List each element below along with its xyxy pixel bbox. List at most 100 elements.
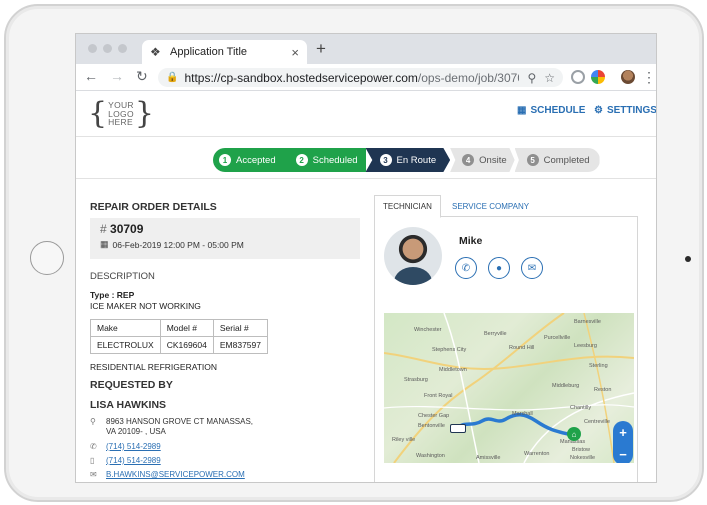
order-number: 30709 (110, 222, 144, 236)
location-pin-icon: ⚲ (90, 417, 96, 426)
tab-bar: ❖ Application Title × + (76, 34, 656, 64)
map-label: Centreville (584, 419, 610, 425)
step-label: En Route (396, 154, 437, 166)
map-label: Middletown (439, 367, 467, 373)
menu-kebab-icon[interactable]: ⋮ (642, 69, 656, 86)
map-label: Stephens City (432, 347, 467, 353)
map-label: Nokesville (570, 455, 596, 461)
url-text[interactable]: https://cp-sandbox.hostedservicepower.co… (184, 71, 519, 85)
maximize-window-dot[interactable] (118, 44, 127, 53)
tab-close-icon[interactable]: × (291, 45, 299, 60)
column-serial: Serial # (212, 319, 268, 337)
phone-icon: ✆ (461, 262, 471, 274)
browser-tab[interactable]: ❖ Application Title × (142, 40, 307, 64)
tablet-frame: ❖ Application Title × + ← → ↻ 🔒 https://… (4, 4, 704, 502)
close-window-dot[interactable] (88, 44, 97, 53)
calendar-icon: ▦ (517, 105, 527, 116)
chat-bubble-icon: ● (495, 262, 503, 274)
camera-icon (685, 256, 691, 262)
email-link[interactable]: B.HAWKINS@SERVICEPOWER.COM (106, 470, 245, 479)
step-completed: 5 Completed (514, 148, 600, 172)
minimize-window-dot[interactable] (103, 44, 112, 53)
technician-column: TECHNICIAN SERVICE COMPANY Mike ✆ ● ✉ Wi… (374, 195, 638, 482)
table-header-row: Make Model # Serial # (90, 319, 268, 337)
extension-color-icon[interactable] (591, 70, 605, 84)
appliance-table: Make Model # Serial # ELECTROLUX CK16960… (90, 319, 268, 354)
step-label: Onsite (479, 154, 507, 166)
zoom-out-button[interactable]: − (619, 447, 627, 462)
map-label: Berryville (484, 331, 507, 337)
zoom-in-button[interactable]: + (619, 425, 627, 440)
map-label: Barnesville (574, 319, 601, 325)
hash-symbol: # (100, 222, 107, 236)
map-label: Front Royal (424, 393, 453, 399)
status-steps: 1 Accepted 2 Scheduled 3 En Route 4 Onsi… (213, 148, 600, 172)
call-button[interactable]: ✆ (455, 257, 477, 279)
status-stepper: 1 Accepted 2 Scheduled 3 En Route 4 Onsi… (76, 137, 656, 179)
forward-arrow-icon[interactable]: → (110, 68, 124, 85)
map-label: Chantilly (570, 405, 592, 411)
customer-name: LISA HAWKINS (90, 399, 167, 411)
company-logo[interactable]: { YOUR LOGO HERE } (88, 99, 154, 129)
step-number: 4 (462, 154, 475, 166)
schedule-link[interactable]: ▦ SCHEDULE (517, 105, 585, 116)
settings-link[interactable]: ⚙ SETTINGS (594, 105, 656, 116)
extension-circle-icon[interactable] (571, 70, 585, 84)
profile-avatar[interactable] (621, 70, 635, 84)
map-label: Warrenton (524, 451, 550, 457)
reload-icon[interactable]: ↻ (136, 68, 148, 85)
map-label: Middleburg (552, 383, 580, 389)
map-label: Strasburg (404, 377, 428, 383)
cell-model: CK169604 (159, 336, 214, 354)
new-tab-button[interactable]: + (316, 39, 326, 59)
map-label: Sterling (589, 363, 608, 369)
step-label: Accepted (236, 154, 276, 166)
customer-phone-2: ▯ (714) 514-2989 (90, 456, 161, 465)
app-header: { YOUR LOGO HERE } ▦ SCHEDULE ⚙ SETTINGS (76, 91, 656, 137)
tab-technician[interactable]: TECHNICIAN (374, 195, 441, 218)
map-label: Purcellville (544, 335, 571, 341)
main-content: REPAIR ORDER DETAILS # 30709 ▦ 06-Feb-20… (76, 179, 656, 482)
lock-icon: 🔒 (166, 72, 179, 83)
technician-van-icon (450, 424, 466, 433)
customer-phone-1: ✆ (714) 514-2989 (90, 442, 161, 451)
search-icon[interactable]: ⚲ (527, 71, 536, 85)
step-number: 2 (295, 154, 308, 166)
url-host: https://cp-sandbox.hostedservicepower.co… (184, 70, 418, 85)
tab-service-company[interactable]: SERVICE COMPANY (444, 195, 537, 218)
phone-link-1[interactable]: (714) 514-2989 (106, 442, 161, 451)
step-scheduled: 2 Scheduled (283, 148, 366, 172)
back-arrow-icon[interactable]: ← (84, 68, 98, 85)
email-button[interactable]: ✉ (521, 257, 543, 279)
email-icon: ✉ (90, 470, 97, 479)
step-number: 3 (379, 154, 392, 166)
map-label: Riley ville (392, 437, 416, 443)
cell-make: ELECTROLUX (90, 336, 161, 354)
logo-text: YOUR LOGO HERE (107, 101, 135, 127)
table-row: ELECTROLUX CK169604 EM837597 (90, 336, 268, 354)
step-accepted: 1 Accepted (213, 148, 284, 172)
url-path: /ops-demo/job/3070... (417, 70, 520, 85)
map-label: Round Hill (509, 345, 535, 351)
home-button[interactable] (30, 241, 64, 275)
column-make: Make (90, 319, 161, 337)
address-line-2: VA 20109- , USA (106, 427, 166, 436)
phone-link-2[interactable]: (714) 514-2989 (106, 456, 161, 465)
step-number: 5 (526, 154, 539, 166)
technician-tabs: TECHNICIAN SERVICE COMPANY (374, 195, 638, 218)
map-label: Amissville (476, 455, 501, 461)
address-line-1: 8963 HANSON GROVE CT MANASSAS, (106, 417, 254, 426)
appointment-window: ▦ 06-Feb-2019 12:00 PM - 05:00 PM (100, 239, 350, 250)
route-map[interactable]: Winchester Berryville Purcellville Leesb… (384, 313, 634, 463)
address-bar[interactable]: 🔒 https://cp-sandbox.hostedservicepower.… (158, 68, 563, 87)
appointment-date: 06-Feb-2019 12:00 PM - 05:00 PM (112, 239, 244, 250)
step-label: Completed (543, 154, 590, 166)
chat-button[interactable]: ● (488, 257, 510, 279)
bookmark-star-icon[interactable]: ☆ (544, 71, 555, 85)
map-label: Winchester (414, 327, 442, 333)
step-onsite: 4 Onsite (450, 148, 515, 172)
browser-toolbar: ← → ↻ 🔒 https://cp-sandbox.hostedservice… (76, 64, 656, 91)
map-label: Reston (594, 387, 612, 393)
tab-title: Application Title (170, 46, 248, 58)
map-label: Marshall (512, 411, 533, 417)
